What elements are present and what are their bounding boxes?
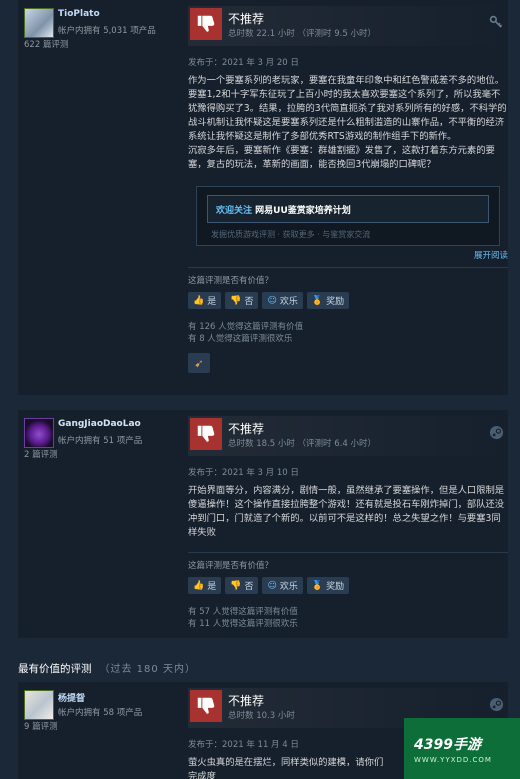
embed-link-b[interactable]: 网易UU鉴赏家培养计划 [255, 206, 351, 216]
review-verdict: 不推荐 [228, 12, 265, 26]
review-stats: 有 57 人觉得这篇评测有价值 有 11 人觉得这篇评测很欢乐 [188, 606, 508, 630]
review-stats: 有 126 人觉得这篇评测有价值 有 8 人觉得这篇评测很欢乐 [188, 321, 508, 345]
author-review-count[interactable]: 2 篇评测 [24, 448, 58, 460]
review-verdict: 不推荐 [228, 422, 265, 436]
funny-count: 有 8 人觉得这篇评测很欢乐 [188, 334, 293, 344]
award-icon: 🏅 [311, 295, 324, 306]
author-review-count[interactable]: 9 篇评测 [24, 720, 58, 732]
review-author[interactable]: GangJiaoDaoLao 帐户内拥有 51 项产品 2 篇评测 [18, 410, 188, 460]
review-author[interactable]: TioPlato 帐户内拥有 5,031 项产品 622 篇评测 [18, 0, 188, 50]
author-products: 帐户内拥有 5,031 项产品 [58, 26, 156, 36]
award-icon: 🏅 [311, 580, 324, 591]
section-title: 最有价值的评测 （过去 180 天内） [18, 660, 196, 676]
steam-icon [488, 425, 504, 441]
button-label: 否 [244, 297, 254, 307]
section-heading: 最有价值的评测 [18, 663, 92, 675]
key-icon [488, 15, 504, 31]
vote-no-button[interactable]: 👎 否 [225, 577, 259, 594]
review-body: 不推荐 总时数 22.1 小时 （评测时 9.5 小时） 发布于：2021 年 … [188, 0, 508, 373]
thumbs-down-icon: 👎 [230, 580, 242, 591]
watermark-logo: 4399手游 WWW.YYXDD.COM [404, 718, 520, 779]
vote-funny-button[interactable]: ☺ 欢乐 [262, 577, 303, 594]
avatar[interactable] [24, 8, 54, 38]
award-button[interactable]: 🏅 奖励 [306, 292, 350, 309]
review-text: 作为一个要塞系列的老玩家，要塞在我童年印象中和红色警戒差不多的地位。要塞1,2和… [188, 75, 507, 170]
posted-date: 发布于：2021 年 3 月 10 日 [188, 468, 299, 478]
watermark-brand: 4399手游 [414, 736, 481, 753]
embed-link-a[interactable]: 欢迎关注 [216, 206, 252, 216]
helpful-count: 有 57 人觉得这篇评测有价值 [188, 607, 298, 617]
button-label: 是 [207, 582, 217, 592]
author-review-count[interactable]: 622 篇评测 [24, 38, 68, 50]
button-label: 奖励 [326, 582, 345, 592]
vote-buttons: 👍 是 👎 否 ☺ 欢乐 🏅 奖励 [188, 292, 508, 309]
section-period: （过去 180 天内） [99, 664, 196, 675]
playtime: 总时数 18.5 小时 （评测时 6.4 小时） [228, 439, 376, 449]
review-text: 开始界面等分，内容满分，剧情一般，虽然继承了要塞操作，但是人口限制是傻逼操作！这… [188, 485, 505, 538]
vote-header: 不推荐 总时数 18.5 小时 （评测时 6.4 小时） [188, 416, 508, 456]
smiley-icon: ☺ [267, 580, 277, 591]
vote-funny-button[interactable]: ☺ 欢乐 [262, 292, 303, 309]
vote-yes-button[interactable]: 👍 是 [188, 292, 222, 309]
posted-date: 发布于：2021 年 3 月 20 日 [188, 58, 299, 68]
steam-icon [488, 697, 504, 713]
vote-yes-button[interactable]: 👍 是 [188, 577, 222, 594]
helpful-question: 这篇评测是否有价值？ [188, 561, 274, 571]
author-name[interactable]: 杨提眢 [58, 691, 85, 704]
helpful-count: 有 126 人觉得这篇评测有价值 [188, 322, 304, 332]
embedded-banner[interactable]: 欢迎关注 网易UU鉴赏家培养计划 发掘优质游戏评测 · 获取更多 · 与鉴赏家交… [196, 186, 500, 246]
review-verdict: 不推荐 [228, 694, 265, 708]
award-button[interactable]: 🏅 奖励 [306, 577, 350, 594]
thumbs-down-icon: 👎 [230, 295, 242, 306]
watermark-url: WWW.YYXDD.COM [414, 755, 492, 764]
review-card: TioPlato 帐户内拥有 5,031 项产品 622 篇评测 不推荐 总时数… [18, 0, 508, 395]
author-name[interactable]: TioPlato [58, 9, 100, 19]
author-name[interactable]: GangJiaoDaoLao [58, 419, 141, 429]
review-card: GangJiaoDaoLao 帐户内拥有 51 项产品 2 篇评测 不推荐 总时… [18, 410, 508, 638]
embed-banner-title[interactable]: 欢迎关注 网易UU鉴赏家培养计划 [207, 195, 489, 223]
button-label: 欢乐 [279, 297, 298, 307]
button-label: 欢乐 [279, 582, 298, 592]
vote-no-button[interactable]: 👎 否 [225, 292, 259, 309]
avatar[interactable] [24, 418, 54, 448]
helpful-question: 这篇评测是否有价值？ [188, 276, 274, 286]
embed-faded-text: 发掘优质游戏评测 · 获取更多 · 与鉴赏家交流 [211, 230, 371, 239]
button-label: 否 [244, 582, 254, 592]
smiley-icon: ☺ [267, 295, 277, 306]
playtime: 总时数 10.3 小时 [228, 711, 295, 721]
review-body: 不推荐 总时数 18.5 小时 （评测时 6.4 小时） 发布于：2021 年 … [188, 410, 508, 630]
thumbs-up-icon: 👍 [193, 295, 205, 306]
thumbs-up-icon: 👍 [193, 580, 205, 591]
avatar[interactable] [24, 690, 54, 720]
divider [188, 267, 508, 268]
award-badge-icon[interactable]: ➹ [188, 353, 210, 373]
vote-header: 不推荐 总时数 22.1 小时 （评测时 9.5 小时） [188, 6, 508, 46]
review-author[interactable]: 杨提眢 帐户内拥有 58 项产品 9 篇评测 [18, 682, 188, 732]
vote-buttons: 👍 是 👎 否 ☺ 欢乐 🏅 奖励 [188, 577, 508, 594]
author-products: 帐户内拥有 58 项产品 [58, 708, 143, 718]
button-label: 奖励 [326, 297, 345, 307]
author-products: 帐户内拥有 51 项产品 [58, 436, 143, 446]
playtime: 总时数 22.1 小时 （评测时 9.5 小时） [228, 29, 376, 39]
expand-review-link[interactable]: 展开阅读 [188, 249, 508, 261]
thumbs-down-icon [190, 8, 222, 40]
divider [188, 552, 508, 553]
funny-count: 有 11 人觉得这篇评测很欢乐 [188, 619, 298, 629]
button-label: 是 [207, 297, 217, 307]
thumbs-down-icon [190, 418, 222, 450]
thumbs-down-icon [190, 690, 222, 722]
